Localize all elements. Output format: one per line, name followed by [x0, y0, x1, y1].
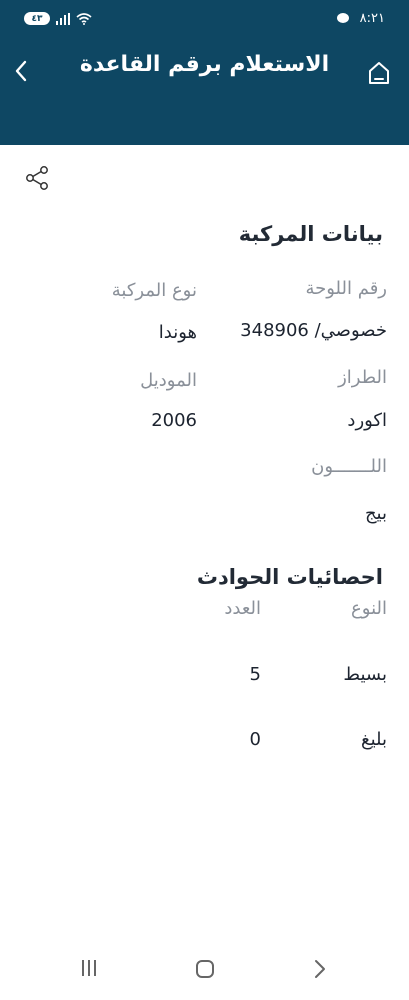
- vehicle-section-title: بيانات المركبة: [238, 222, 383, 246]
- home-nav-icon[interactable]: [196, 960, 214, 978]
- vehicle-type-value: هوندا: [158, 322, 197, 343]
- signal-icon: [56, 12, 70, 25]
- color-label: اللـــــــون: [311, 456, 387, 477]
- status-time: ٨:٢١: [359, 11, 385, 26]
- model-value: 2006: [151, 410, 197, 431]
- accidents-section-title: احصائيات الحوادث: [196, 565, 383, 589]
- page-title: الاستعلام برقم القاعدة: [79, 52, 330, 77]
- app-header: ٤٣ ٨:٢١ الاستعلام برقم القاعدة: [0, 0, 409, 145]
- accident-row-count: 5: [249, 664, 261, 685]
- accident-count-header: العدد: [224, 598, 261, 619]
- accident-type-header: النوع: [351, 598, 387, 619]
- chat-icon: [337, 13, 349, 23]
- back-nav-icon[interactable]: [312, 958, 328, 980]
- plate-label: رقم اللوحة: [305, 278, 387, 299]
- class-value: اكورد: [347, 410, 387, 431]
- status-bar: ٤٣ ٨:٢١: [0, 0, 409, 40]
- accident-row-count: 0: [249, 729, 261, 750]
- accident-row-type: بسيط: [343, 664, 387, 685]
- class-label: الطراز: [338, 367, 387, 388]
- accident-row-type: بليغ: [361, 729, 387, 750]
- plate-value: خصوصي/ 348906: [240, 320, 387, 341]
- home-icon: [369, 62, 389, 84]
- model-label: الموديل: [140, 370, 197, 391]
- color-value: بيج: [364, 503, 387, 524]
- wifi-icon: [76, 12, 92, 25]
- vehicle-type-label: نوع المركبة: [111, 280, 197, 301]
- share-icon: [26, 166, 48, 190]
- system-navbar: [0, 942, 409, 1000]
- status-left: ٤٣: [24, 12, 92, 25]
- recent-apps-icon[interactable]: [82, 960, 100, 978]
- share-button[interactable]: [24, 165, 50, 191]
- battery-icon: ٤٣: [24, 12, 50, 25]
- home-button[interactable]: [367, 60, 391, 86]
- battery-level: ٤٣: [31, 13, 43, 24]
